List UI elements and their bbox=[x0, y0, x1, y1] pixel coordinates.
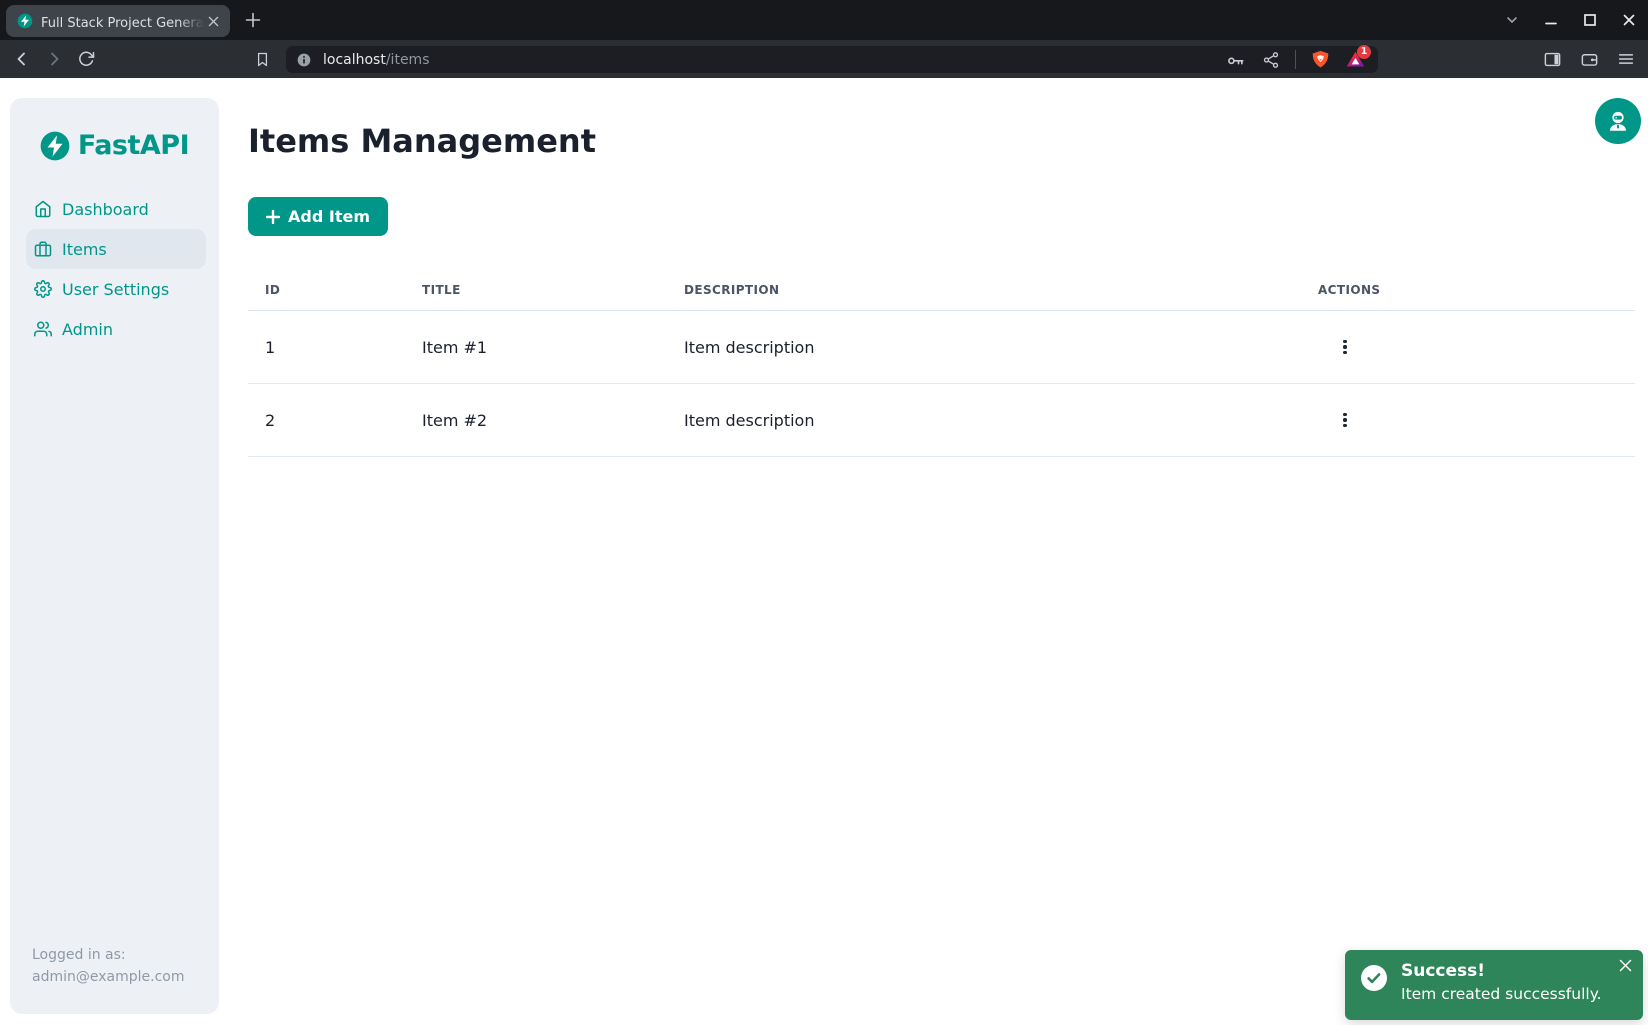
cell-id: 2 bbox=[248, 411, 422, 430]
fastapi-favicon-icon bbox=[17, 13, 33, 29]
browser-toolbar: localhost/items 1 bbox=[0, 40, 1648, 78]
forward-icon[interactable] bbox=[45, 50, 63, 68]
check-circle-icon bbox=[1360, 964, 1388, 992]
close-window-icon[interactable] bbox=[1620, 11, 1638, 29]
tab-strip: Full Stack Project Genera bbox=[0, 0, 1648, 40]
cell-description: Item description bbox=[684, 411, 1318, 430]
url-host: localhost bbox=[323, 52, 386, 68]
items-table: ID TITLE DESCRIPTION ACTIONS 1 Item #1 I… bbox=[248, 270, 1635, 457]
url-bar[interactable]: localhost/items 1 bbox=[286, 46, 1378, 73]
sidebar-item-user-settings[interactable]: User Settings bbox=[26, 269, 206, 309]
logged-in-label: Logged in as: bbox=[32, 944, 184, 966]
sidebar-item-admin[interactable]: Admin bbox=[26, 309, 206, 349]
sidebar: FastAPI Dashboard Items bbox=[10, 98, 219, 1014]
toast-close-icon[interactable] bbox=[1616, 956, 1634, 974]
back-icon[interactable] bbox=[13, 50, 31, 68]
table-row: 2 Item #2 Item description bbox=[248, 384, 1635, 457]
cell-title: Item #2 bbox=[422, 411, 684, 430]
rewards-badge: 1 bbox=[1357, 45, 1371, 59]
column-header-actions: ACTIONS bbox=[1318, 283, 1635, 297]
users-icon bbox=[34, 320, 52, 338]
row-actions-kebab-icon[interactable] bbox=[1332, 332, 1358, 362]
sidebar-item-label: Items bbox=[62, 240, 107, 259]
key-icon[interactable] bbox=[1225, 49, 1247, 71]
cell-title: Item #1 bbox=[422, 338, 684, 357]
table-row: 1 Item #1 Item description bbox=[248, 311, 1635, 384]
fastapi-logo: FastAPI bbox=[10, 98, 219, 161]
sidebar-nav: Dashboard Items User Settings bbox=[26, 189, 206, 349]
menu-icon[interactable] bbox=[1616, 49, 1636, 69]
sidebar-item-label: Dashboard bbox=[62, 200, 149, 219]
toast-message: Item created successfully. bbox=[1401, 985, 1602, 1003]
chevron-down-icon[interactable] bbox=[1503, 11, 1521, 29]
brave-rewards-icon[interactable]: 1 bbox=[1344, 49, 1366, 71]
add-item-label: Add Item bbox=[288, 207, 370, 226]
toolbar-divider bbox=[1295, 50, 1296, 69]
cell-id: 1 bbox=[248, 338, 422, 357]
share-icon[interactable] bbox=[1260, 49, 1282, 71]
app-page: FastAPI Dashboard Items bbox=[0, 78, 1648, 1025]
new-tab-button[interactable] bbox=[241, 8, 265, 32]
url-text: localhost/items bbox=[323, 52, 429, 68]
user-avatar-button[interactable] bbox=[1595, 98, 1641, 144]
logo-text: FastAPI bbox=[78, 130, 189, 161]
sidebar-toggle-icon[interactable] bbox=[1542, 49, 1562, 69]
site-info-icon[interactable] bbox=[295, 51, 313, 69]
sidebar-item-label: User Settings bbox=[62, 280, 169, 299]
minimize-icon[interactable] bbox=[1542, 11, 1560, 29]
brave-shield-icon[interactable] bbox=[1309, 49, 1331, 71]
briefcase-icon bbox=[34, 240, 52, 258]
table-header-row: ID TITLE DESCRIPTION ACTIONS bbox=[248, 270, 1635, 311]
toast-title: Success! bbox=[1401, 961, 1485, 981]
window-controls bbox=[1503, 0, 1638, 40]
browser-window: Full Stack Project Genera bbox=[0, 0, 1648, 1025]
logged-in-email: admin@example.com bbox=[32, 966, 184, 988]
cell-description: Item description bbox=[684, 338, 1318, 357]
home-icon bbox=[34, 200, 52, 218]
logged-in-info: Logged in as: admin@example.com bbox=[32, 944, 184, 988]
column-header-title: TITLE bbox=[422, 283, 684, 297]
fastapi-logo-icon bbox=[40, 131, 70, 161]
page-title: Items Management bbox=[248, 122, 596, 160]
sidebar-item-dashboard[interactable]: Dashboard bbox=[26, 189, 206, 229]
column-header-description: DESCRIPTION bbox=[684, 283, 1318, 297]
sidebar-item-label: Admin bbox=[62, 320, 113, 339]
column-header-id: ID bbox=[248, 283, 422, 297]
tab-close-icon[interactable] bbox=[204, 12, 222, 30]
url-path: /items bbox=[386, 52, 430, 68]
sidebar-item-items[interactable]: Items bbox=[26, 229, 206, 269]
add-item-button[interactable]: Add Item bbox=[248, 197, 388, 236]
reload-icon[interactable] bbox=[77, 50, 95, 68]
bookmark-icon[interactable] bbox=[252, 49, 272, 69]
maximize-icon[interactable] bbox=[1581, 11, 1599, 29]
browser-tab[interactable]: Full Stack Project Genera bbox=[6, 5, 230, 37]
row-actions-kebab-icon[interactable] bbox=[1332, 405, 1358, 435]
tab-title-fade bbox=[178, 12, 204, 30]
wallet-icon[interactable] bbox=[1579, 49, 1599, 69]
gear-icon bbox=[34, 280, 52, 298]
plus-icon bbox=[266, 210, 280, 224]
success-toast: Success! Item created successfully. bbox=[1345, 950, 1643, 1020]
astronaut-icon bbox=[1605, 108, 1631, 134]
